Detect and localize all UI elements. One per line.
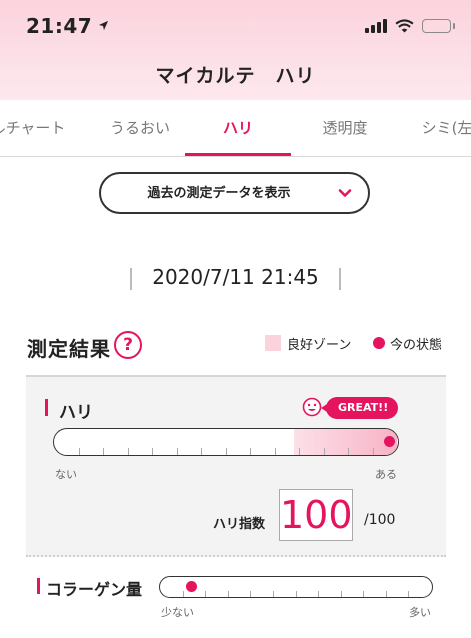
hari-gauge: [53, 428, 399, 456]
gauge-tick: [103, 448, 104, 455]
gauge-tick: [272, 591, 274, 597]
location-arrow-icon: [99, 20, 109, 31]
gauge-tick: [176, 448, 178, 455]
legend-current-state: 今の状態: [390, 338, 443, 353]
tab-uruoi[interactable]: うるおい: [87, 100, 193, 156]
gauge-tick: [152, 448, 153, 455]
gauge-tick: [323, 448, 325, 455]
divider: [339, 268, 341, 290]
gauge-max-label: ある: [375, 468, 397, 481]
gauge-tick: [318, 591, 320, 597]
gauge-tick: [205, 591, 207, 597]
gauge-min-label: 少ない: [161, 606, 194, 619]
gauge-max-label: 多い: [409, 606, 431, 619]
legend-good-zone: 良好ゾーン: [287, 338, 352, 353]
battery-icon: [422, 19, 455, 33]
gauge-tick: [372, 448, 374, 455]
tab-toumeido[interactable]: 透明度: [292, 100, 398, 156]
gauge-tick: [182, 591, 184, 597]
measurement-datetime: 2020/7/11 21:45: [152, 265, 319, 289]
gauge-tick: [340, 591, 342, 597]
status-icons: [365, 19, 455, 33]
active-tab-indicator: [185, 153, 291, 156]
section-marker: [37, 578, 40, 594]
score-max: /100: [364, 512, 396, 528]
smile-face-icon: [302, 397, 322, 417]
gauge-tick: [127, 448, 129, 455]
current-value-dot: [186, 581, 198, 592]
cellular-signal-icon: [365, 19, 387, 33]
status-time: 21:47: [26, 14, 109, 38]
hari-label: ハリ: [59, 403, 93, 423]
current-state-dot: [373, 337, 385, 349]
gauge-tick: [363, 591, 365, 597]
gauge-tick: [295, 591, 297, 597]
collagen-label: コラーゲン量: [46, 580, 143, 599]
chevron-down-icon: [338, 189, 352, 197]
app-header: 21:47 マイカルテ ハリ: [0, 0, 471, 100]
gauge-tick: [250, 591, 252, 597]
tab-chart[interactable]: ルチャート: [0, 100, 81, 156]
help-icon[interactable]: ?: [114, 331, 142, 359]
tab-shimi[interactable]: シミ(左: [394, 100, 471, 156]
page-title: マイカルテ ハリ: [155, 65, 316, 87]
gauge-tick: [274, 448, 276, 455]
good-zone-swatch: [265, 335, 281, 351]
divider: [26, 555, 446, 557]
score-label: ハリ指数: [213, 517, 266, 532]
section-marker: [45, 399, 48, 416]
gauge-tick: [225, 448, 227, 455]
history-button-label: 過去の測定データを表示: [147, 186, 291, 201]
gauge-min-label: ない: [55, 468, 77, 481]
good-zone: [294, 429, 397, 455]
gauge-tick: [299, 448, 300, 455]
gauge-tick: [385, 591, 387, 597]
gauge-tick: [408, 591, 410, 597]
show-history-button[interactable]: 過去の測定データを表示: [99, 172, 370, 214]
gauge-tick: [250, 448, 251, 455]
current-value-dot: [384, 436, 395, 447]
score-value: 100: [279, 489, 353, 541]
gauge-tick: [348, 448, 349, 455]
tab-hari[interactable]: ハリ: [185, 100, 291, 156]
collagen-gauge: [159, 576, 433, 598]
gauge-tick: [78, 448, 80, 455]
results-heading: 測定結果: [27, 337, 111, 361]
tab-bar: ルチャート うるおい ハリ 透明度 シミ(左: [0, 100, 471, 157]
wifi-icon: [395, 19, 414, 33]
great-badge: GREAT!!: [320, 397, 399, 419]
gauge-tick: [201, 448, 202, 455]
gauge-tick: [227, 591, 229, 597]
